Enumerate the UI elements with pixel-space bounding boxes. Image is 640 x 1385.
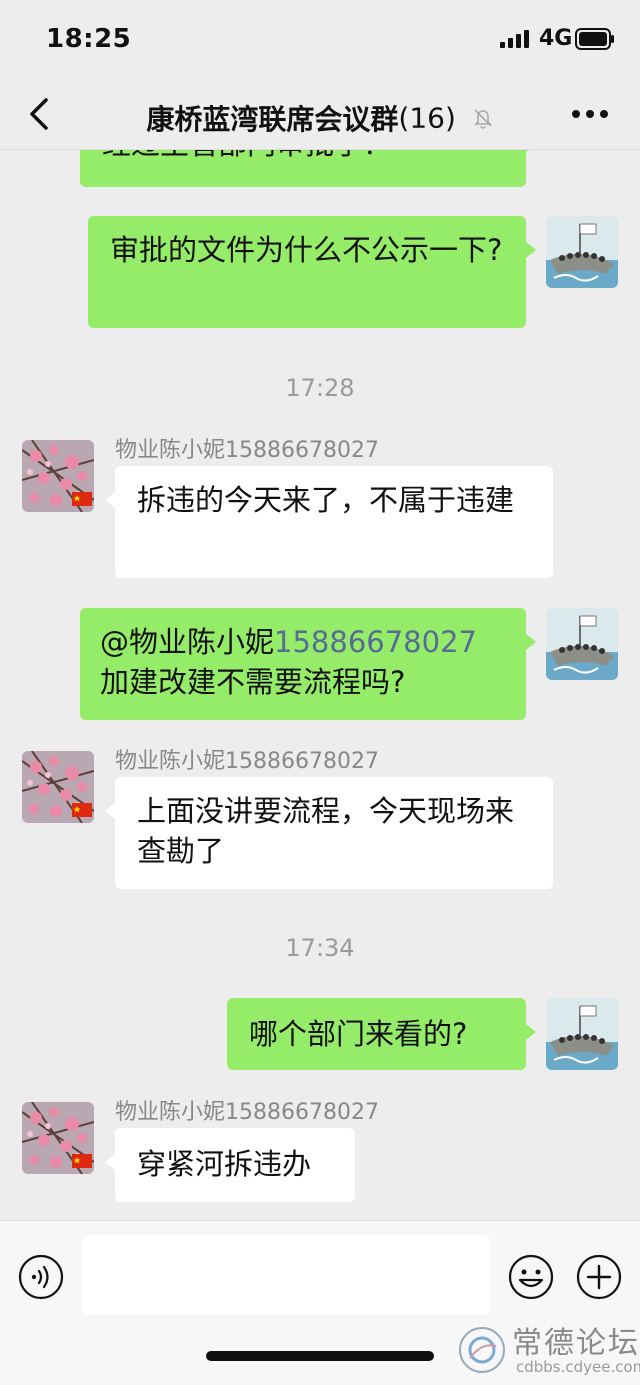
group-name: 康桥蓝湾联席会议群	[146, 103, 399, 136]
message-text: 经过主管部门审批了？	[102, 150, 392, 161]
emoji-icon[interactable]	[508, 1254, 554, 1300]
status-bar: 18:25 4G	[0, 0, 640, 80]
message-text: 审批的文件为什么不公示一下?	[110, 233, 503, 267]
forum-watermark: 常德论坛 cdbbs.cdyee.com	[456, 1318, 640, 1382]
my-avatar[interactable]	[546, 216, 618, 288]
sender-avatar[interactable]	[22, 440, 94, 512]
chat-title[interactable]: 康桥蓝湾联席会议群(16)	[0, 98, 640, 138]
message-bubble[interactable]: 上面没讲要流程，今天现场来查勘了	[105, 777, 553, 889]
sender-avatar[interactable]	[22, 1102, 94, 1174]
message-bubble[interactable]: 穿紧河拆违办	[105, 1128, 355, 1202]
sender-avatar[interactable]	[22, 751, 94, 823]
message-text: 拆违的今天来了，不属于违建	[137, 483, 515, 517]
sender-name: 物业陈小妮15886678027	[115, 438, 379, 463]
more-icon[interactable]	[570, 108, 610, 120]
battery-icon	[575, 28, 614, 50]
message-input[interactable]	[82, 1235, 490, 1315]
watermark-url: cdbbs.cdyee.com	[516, 1358, 640, 1376]
voice-icon[interactable]	[18, 1254, 64, 1300]
network-type: 4G	[539, 26, 573, 51]
watermark-logo-icon	[459, 1327, 505, 1373]
member-count: (16)	[398, 101, 456, 135]
sender-name: 物业陈小妮15886678027	[115, 1100, 379, 1125]
message-text: 加建改建不需要流程吗?	[100, 665, 406, 699]
time-divider: 17:34	[285, 934, 355, 962]
nav-bar: 康桥蓝湾联席会议群(16)	[0, 80, 640, 150]
mention-name[interactable]: @物业陈小妮	[100, 625, 274, 659]
watermark-text: 常德论坛	[512, 1326, 640, 1361]
mention-phone-link[interactable]: 15886678027	[274, 625, 477, 659]
signal-icon	[500, 30, 529, 48]
plus-icon[interactable]	[576, 1254, 622, 1300]
time-divider: 17:28	[285, 374, 355, 402]
mute-icon	[473, 109, 492, 129]
message-bubble[interactable]: 经过主管部门审批了？	[80, 150, 536, 187]
my-avatar[interactable]	[546, 998, 618, 1070]
message-text: 哪个部门来看的?	[249, 1017, 468, 1051]
message-text: 穿紧河拆违办	[137, 1147, 312, 1181]
message-bubble[interactable]: 哪个部门来看的?	[227, 998, 536, 1070]
my-avatar[interactable]	[546, 608, 618, 680]
message-bubble[interactable]: @物业陈小妮15886678027 加建改建不需要流程吗?	[80, 608, 536, 720]
message-bubble[interactable]: 审批的文件为什么不公示一下?	[88, 216, 536, 328]
home-indicator[interactable]	[206, 1351, 434, 1361]
clock: 18:25	[46, 24, 132, 54]
message-text: 上面没讲要流程，今天现场来查勘了	[137, 794, 515, 868]
sender-name: 物业陈小妮15886678027	[115, 749, 379, 774]
message-bubble[interactable]: 拆违的今天来了，不属于违建	[105, 466, 553, 578]
message-list[interactable]: 经过主管部门审批了？ 审批的文件为什么不公示一下? 17:28 物业陈小妮158…	[0, 150, 640, 1220]
